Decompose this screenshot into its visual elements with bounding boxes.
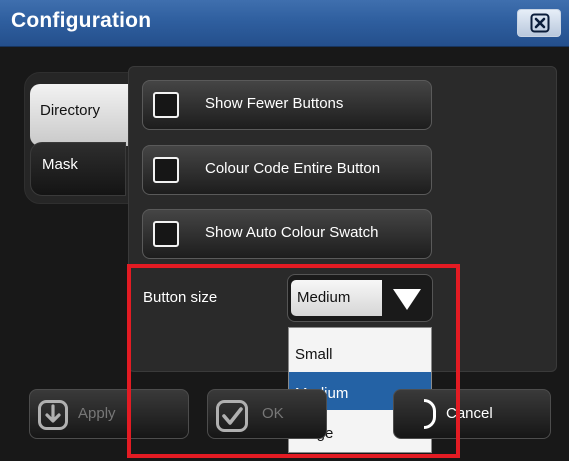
checkbox[interactable] xyxy=(153,157,179,183)
title-bar: Configuration xyxy=(0,0,569,47)
option-label: Colour Code Entire Button xyxy=(205,160,381,177)
option-label: Show Fewer Buttons xyxy=(205,95,344,112)
tab-directory[interactable]: Directory xyxy=(30,84,130,146)
colour-code-entire-button-toggle[interactable]: Colour Code Entire Button xyxy=(142,145,432,195)
checkbox[interactable] xyxy=(153,221,179,247)
apply-label: Apply xyxy=(78,405,116,422)
option-label: Show Auto Colour Swatch xyxy=(205,224,379,241)
tab-mask[interactable]: Mask xyxy=(30,142,126,196)
window-title: Configuration xyxy=(11,9,152,32)
checkbox[interactable] xyxy=(153,92,179,118)
close-button[interactable] xyxy=(517,9,561,37)
show-auto-colour-swatch-toggle[interactable]: Show Auto Colour Swatch xyxy=(142,209,432,259)
highlight-frame xyxy=(127,264,460,458)
show-fewer-buttons-toggle[interactable]: Show Fewer Buttons xyxy=(142,80,432,130)
download-arrow-icon xyxy=(38,400,68,430)
close-x-icon xyxy=(530,13,550,33)
configuration-window: Configuration Directory Mask Show Fewer … xyxy=(0,0,569,461)
